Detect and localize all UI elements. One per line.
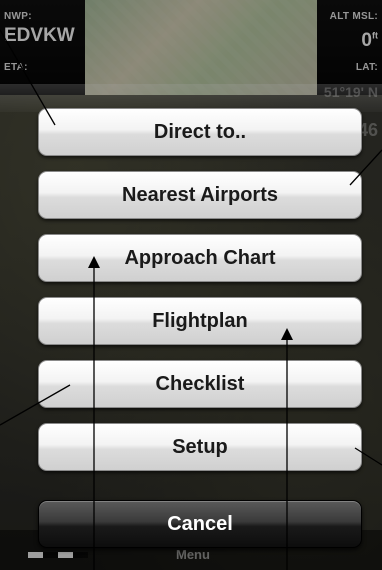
- nwp-label: NWP:: [4, 11, 32, 22]
- menu-ghost-label: Menu: [176, 547, 210, 562]
- alt-value: 0ft: [361, 30, 378, 52]
- left-instrument-pane: NWP: EDVKW ETA:: [0, 0, 85, 95]
- app-screen: NWP: EDVKW ETA: ALT MSL: 0ft LAT: 51°19'…: [0, 0, 382, 570]
- setup-button[interactable]: Setup: [38, 423, 362, 471]
- nearest-airports-button[interactable]: Nearest Airports: [38, 171, 362, 219]
- checklist-button[interactable]: Checklist: [38, 360, 362, 408]
- direct-to-button[interactable]: Direct to..: [38, 108, 362, 156]
- nwp-value: EDVKW: [4, 25, 75, 46]
- cancel-button[interactable]: Cancel: [38, 500, 362, 548]
- lat-label: LAT:: [355, 62, 378, 73]
- eta-label: ETA:: [4, 62, 28, 73]
- alt-label: ALT MSL:: [329, 11, 378, 22]
- flightplan-button[interactable]: Flightplan: [38, 297, 362, 345]
- lat-value: 51°19' N: [323, 84, 378, 100]
- approach-chart-button[interactable]: Approach Chart: [38, 234, 362, 282]
- map-view: [85, 0, 317, 95]
- map-scale-bar: [28, 552, 88, 558]
- right-instrument-pane: ALT MSL: 0ft LAT:: [317, 0, 382, 95]
